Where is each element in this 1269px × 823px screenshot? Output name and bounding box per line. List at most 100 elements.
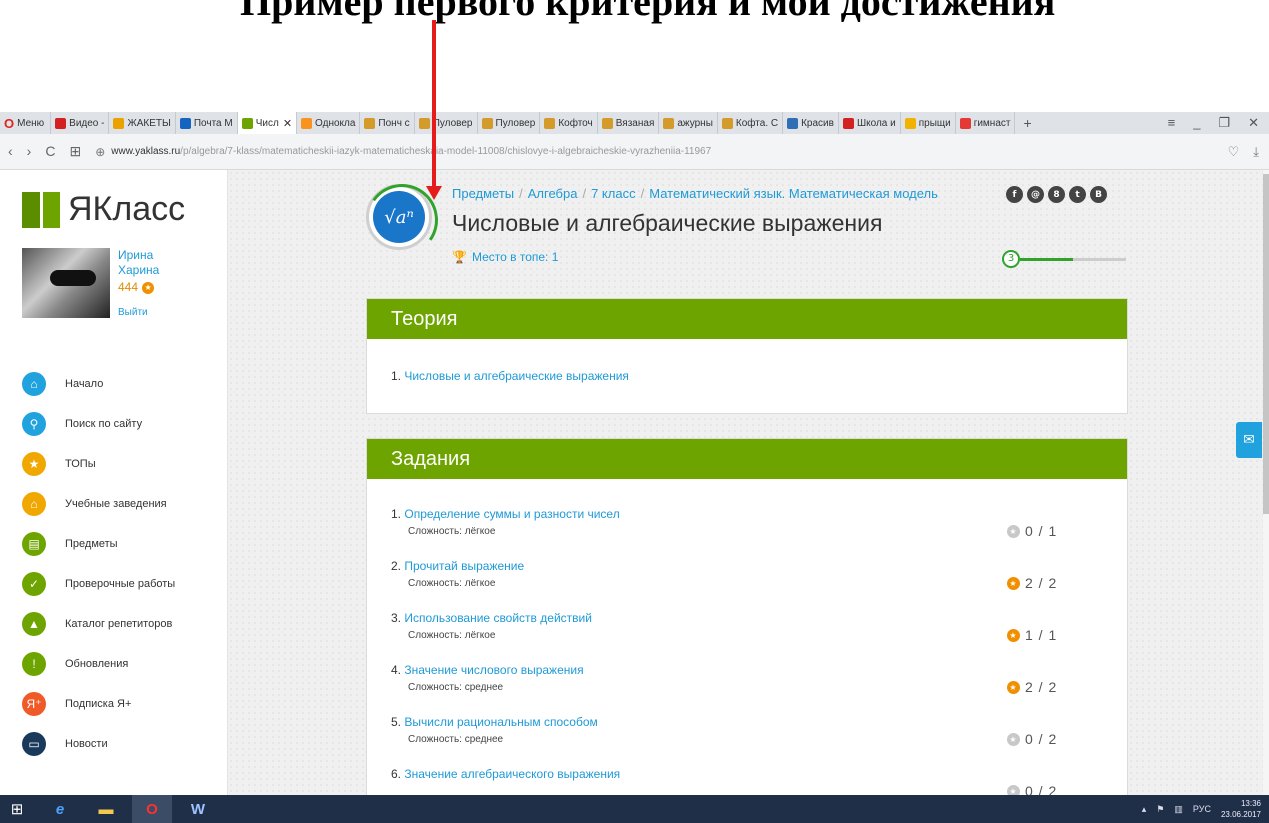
topic-progress: 3 <box>1002 250 1128 268</box>
social-share-icon[interactable]: t <box>1069 186 1086 203</box>
task-link[interactable]: Вычисли рациональным способом <box>404 715 597 729</box>
new-tab-button[interactable]: + <box>1015 115 1039 131</box>
internet-explorer-icon[interactable]: e <box>40 795 80 823</box>
restore-icon[interactable]: ❐ <box>1218 115 1230 131</box>
sidebar-item[interactable]: ▤ Предметы <box>22 532 175 556</box>
heart-icon[interactable]: ♡ <box>1228 144 1240 160</box>
reload-icon[interactable]: C <box>45 143 55 160</box>
social-links: f @8 t B <box>1006 186 1107 203</box>
windows-start-icon[interactable]: ⊞ <box>0 795 34 823</box>
tab-label: Пуловер <box>432 117 473 129</box>
social-share-icon[interactable]: @ <box>1027 186 1044 203</box>
task-row: 1. Определение суммы и разности чисел Сло… <box>367 507 1127 559</box>
browser-tab[interactable]: Кофточ <box>540 112 598 134</box>
flag-icon[interactable]: ⚑ <box>1156 804 1164 815</box>
site-logo[interactable]: ЯКласс <box>22 190 185 229</box>
tab-label: Пуловер <box>495 117 536 129</box>
browser-tab[interactable]: Понч с <box>360 112 415 134</box>
browser-tab[interactable]: Почта М <box>176 112 238 134</box>
task-link[interactable]: Значение числового выражения <box>404 663 583 677</box>
sidebar-item[interactable]: ▭ Новости <box>22 732 175 756</box>
task-row: 2. Прочитай выражение Сложность: лёгкое ★ 2… <box>367 559 1127 611</box>
browser-tab[interactable]: Кофта. С <box>718 112 784 134</box>
browser-tab[interactable]: Пуловер <box>415 112 478 134</box>
social-share-icon[interactable]: 8 <box>1048 186 1065 203</box>
sidebar-item[interactable]: ✓ Проверочные работы <box>22 572 175 596</box>
browser-tab[interactable]: ЖАКЕТЫ <box>109 112 176 134</box>
task-link[interactable]: Прочитай выражение <box>404 559 524 573</box>
annotation-arrow-head <box>426 186 442 200</box>
sidebar-item[interactable]: ! Обновления <box>22 652 175 676</box>
breadcrumb-separator: / <box>640 186 645 201</box>
top-place-link[interactable]: 🏆 Место в топе: 1 <box>452 250 558 264</box>
tray-up-icon[interactable]: ▴ <box>1142 804 1147 815</box>
browser-tab[interactable]: прыщи <box>901 112 956 134</box>
browser-tab[interactable]: Красив <box>783 112 839 134</box>
opera-taskbar-icon[interactable]: O <box>132 795 172 823</box>
user-points: 444 <box>118 280 139 294</box>
tab-favicon-icon <box>601 117 613 129</box>
url-host: www.yaklass.ru <box>111 146 181 157</box>
clock[interactable]: 13:36 23.06.2017 <box>1221 798 1261 820</box>
tab-favicon-icon <box>904 117 916 129</box>
task-link[interactable]: Определение суммы и разности чисел <box>404 507 619 521</box>
tab-favicon-icon <box>179 117 191 129</box>
opera-menu-button[interactable]: O Меню <box>0 112 52 134</box>
logout-link[interactable]: Выйти <box>118 305 159 320</box>
breadcrumb-link[interactable]: Алгебра <box>528 186 578 201</box>
scrollbar[interactable] <box>1263 170 1269 795</box>
browser-tab[interactable]: Школа и <box>839 112 901 134</box>
forward-icon[interactable]: › <box>27 143 32 160</box>
minimize-icon[interactable]: _ <box>1193 115 1200 131</box>
sidebar-item[interactable]: ⚲ Поиск по сайту <box>22 412 175 436</box>
download-icon[interactable]: ⤓ <box>1253 144 1259 160</box>
back-icon[interactable]: ‹ <box>8 143 13 160</box>
breadcrumb-link[interactable]: Предметы <box>452 186 514 201</box>
sidebar-item-label: Обновления <box>65 658 129 670</box>
social-share-icon[interactable]: f <box>1006 186 1023 203</box>
task-num: 6. <box>391 767 402 781</box>
network-icon[interactable]: ▥ <box>1174 804 1183 815</box>
browser-tab[interactable]: Числ ✕ <box>237 112 298 134</box>
theory-item-link[interactable]: Числовые и алгебраические выражения <box>404 369 629 383</box>
feedback-mail-icon[interactable]: ✉ <box>1236 422 1262 458</box>
social-share-icon[interactable]: B <box>1090 186 1107 203</box>
sidebar-item-label: Новости <box>65 738 108 750</box>
browser-tab[interactable]: Пуловер <box>478 112 541 134</box>
browser-tab[interactable]: гимнаст <box>956 112 1016 134</box>
sidebar-item[interactable]: ▲ Каталог репетиторов <box>22 612 175 636</box>
browser-tab[interactable]: Видео - <box>51 112 110 134</box>
user-last-name[interactable]: Харина <box>118 263 159 278</box>
nav-icon: ⌂ <box>22 492 46 516</box>
browser-tab[interactable]: Вязаная <box>598 112 660 134</box>
file-explorer-icon[interactable]: ▬ <box>86 795 126 823</box>
star-earned-icon: ★ <box>1007 680 1020 694</box>
avatar[interactable] <box>22 248 110 318</box>
breadcrumb-link[interactable]: 7 класс <box>591 186 636 201</box>
sidebar-item[interactable]: ★ ТОПы <box>22 452 175 476</box>
close-tab-icon[interactable]: ✕ <box>283 117 292 130</box>
breadcrumb-link[interactable]: Математический язык. Математическая моде… <box>649 186 938 201</box>
sidebar-item[interactable]: Я⁺ Подписка Я+ <box>22 692 175 716</box>
close-window-icon[interactable]: ✕ <box>1248 115 1259 131</box>
page-title: Числовые и алгебраические выражения <box>452 210 883 236</box>
url-field[interactable]: ⊕ www.yaklass.ru/p/algebra/7-klass/matem… <box>95 145 711 159</box>
sidebar-item[interactable]: ⌂ Учебные заведения <box>22 492 175 516</box>
sidebar-item[interactable]: ⌂ Начало <box>22 372 175 396</box>
user-first-name[interactable]: Ирина <box>118 248 159 263</box>
tab-menu-icon[interactable]: ≡ <box>1168 115 1176 131</box>
speed-dial-icon[interactable]: ⊞ <box>69 143 81 160</box>
word-icon[interactable]: W <box>178 795 218 823</box>
task-score: ★ 2 / 2 <box>1007 679 1057 695</box>
sidebar-item-label: Поиск по сайту <box>65 418 143 430</box>
browser-tab[interactable]: Одноклa <box>297 112 361 134</box>
browser-tab[interactable]: ажурны <box>659 112 718 134</box>
opera-logo-icon: O <box>4 115 15 131</box>
task-link[interactable]: Использование свойств действий <box>404 611 592 625</box>
tab-favicon-icon <box>842 117 854 129</box>
sqrt-icon: √aⁿ <box>373 191 425 243</box>
star-empty-icon: ★ <box>1007 524 1020 538</box>
language-indicator[interactable]: РУС <box>1193 804 1211 814</box>
task-score-value: 2 / 2 <box>1025 575 1058 591</box>
task-link[interactable]: Значение алгебраического выражения <box>404 767 620 781</box>
